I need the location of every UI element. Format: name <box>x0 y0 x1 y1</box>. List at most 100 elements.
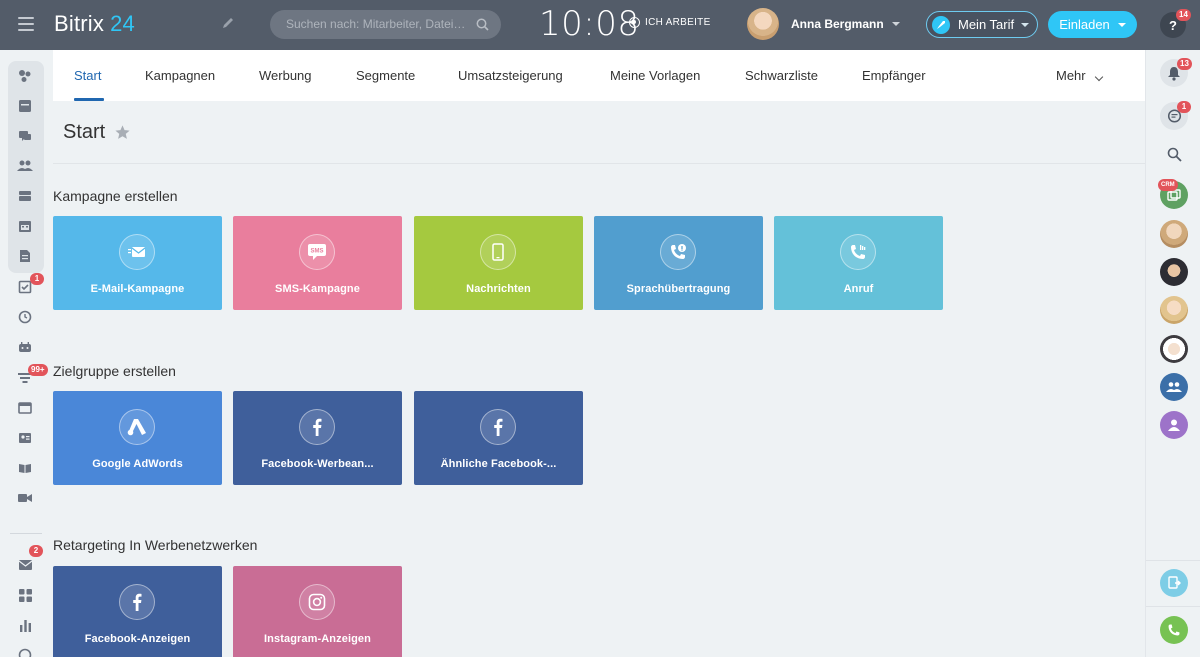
screen-icon <box>1168 576 1181 589</box>
tile-nachrichten[interactable]: Nachrichten <box>414 216 583 310</box>
sidebar-item-groups[interactable] <box>17 158 33 174</box>
mail-icon <box>18 560 32 570</box>
video-icon <box>18 494 32 502</box>
sidebar-item-analytics[interactable] <box>17 617 33 633</box>
tile-label: Sprachübertragung <box>626 283 731 295</box>
contact-avatar-2[interactable] <box>1160 258 1188 286</box>
robot-icon <box>19 342 31 352</box>
right-sidebar: 13 1 CRM <box>1145 50 1200 657</box>
logo-number: 24 <box>110 11 135 36</box>
sidebar-item-drive[interactable] <box>17 188 33 204</box>
contact-avatar-4[interactable] <box>1160 335 1188 363</box>
tile-sms-kampagne[interactable]: SMS SMS-Kampagne <box>233 216 402 310</box>
contact-avatar-3[interactable] <box>1160 296 1188 324</box>
chevron-down-icon <box>1021 22 1030 27</box>
sidebar-item-docs[interactable] <box>17 248 33 264</box>
messages-button[interactable]: 1 <box>1160 101 1191 130</box>
crm-button[interactable]: CRM <box>1158 179 1188 209</box>
notifications-button[interactable]: 13 <box>1160 58 1192 87</box>
record-icon <box>629 17 640 28</box>
search-button[interactable] <box>1160 140 1188 168</box>
tile-anruf[interactable]: Anruf <box>774 216 943 310</box>
invite-label: Einladen <box>1059 17 1110 32</box>
tarif-button[interactable]: Mein Tarif <box>926 11 1038 38</box>
help-icon: ? <box>1169 17 1177 33</box>
sidebar-item-calendar[interactable] <box>17 218 33 234</box>
tile-email-kampagne[interactable]: E-Mail-Kampagne <box>53 216 222 310</box>
facebook-icon <box>299 409 335 445</box>
tab-schwarzliste[interactable]: Schwarzliste <box>745 68 818 83</box>
tab-empfaenger[interactable]: Empfänger <box>862 68 926 83</box>
sidebar-item-chat[interactable] <box>17 128 33 144</box>
tab-meine-vorlagen[interactable]: Meine Vorlagen <box>610 68 700 83</box>
sidebar-item-feed[interactable] <box>17 68 33 84</box>
circle-icon <box>18 648 32 657</box>
clock-icon <box>18 310 32 324</box>
invite-button[interactable]: Einladen <box>1048 11 1137 38</box>
tile-sprachuebertragung[interactable]: Sprachübertragung <box>594 216 763 310</box>
facebook-icon <box>480 409 516 445</box>
work-status-label: ICH ARBEITE <box>645 17 711 28</box>
sidebar-item-contacts[interactable] <box>17 430 33 446</box>
tile-instagram-anzeigen[interactable]: Instagram-Anzeigen <box>233 566 402 657</box>
sidebar-item-robots[interactable] <box>17 339 33 355</box>
sidebar-item-settings[interactable] <box>17 647 33 657</box>
tile-label: SMS-Kampagne <box>275 283 360 295</box>
menu-icon[interactable] <box>18 17 34 31</box>
search-icon <box>476 18 489 31</box>
tab-start[interactable]: Start <box>74 68 101 83</box>
facebook-icon <box>119 584 155 620</box>
group-icon <box>1166 382 1182 392</box>
tile-label: Facebook-Anzeigen <box>84 633 191 645</box>
tile-google-adwords[interactable]: Google AdWords <box>53 391 222 485</box>
chat-icon <box>19 131 31 141</box>
chevron-down-icon <box>891 22 900 26</box>
edit-pencil-icon[interactable] <box>222 16 236 30</box>
contact-avatar-1[interactable] <box>1160 220 1188 248</box>
tile-label: Google AdWords <box>92 458 183 470</box>
book-icon <box>19 464 31 473</box>
title-divider <box>53 163 1145 164</box>
sidebar-item-time[interactable] <box>17 309 33 325</box>
tab-segmente[interactable]: Segmente <box>356 68 415 83</box>
user-menu[interactable]: Anna Bergmann <box>747 8 900 40</box>
tile-aehnliche-facebook[interactable]: Ähnliche Facebook-... <box>414 391 583 485</box>
tab-bar: Start Kampagnen Werbung Segmente Umsatzs… <box>53 50 1145 101</box>
sidebar-item-tasks-list[interactable] <box>17 98 33 114</box>
help-button[interactable]: ? 14 <box>1160 9 1191 38</box>
tab-werbung[interactable]: Werbung <box>259 68 312 83</box>
tile-facebook-anzeigen[interactable]: Facebook-Anzeigen <box>53 566 222 657</box>
sidebar-item-mail[interactable]: 2 <box>17 545 43 573</box>
tab-umsatzsteigerung[interactable]: Umsatzsteigerung <box>458 68 563 83</box>
notifications-badge: 13 <box>1177 58 1192 70</box>
tile-label: Anruf <box>843 283 874 295</box>
sidebar-item-tasks[interactable]: 1 <box>17 273 44 295</box>
work-status[interactable]: ICH ARBEITE <box>629 17 711 28</box>
tasks-badge: 1 <box>30 273 44 285</box>
screen-share-button[interactable] <box>1160 569 1188 597</box>
tile-label: Facebook-Werbean... <box>261 458 374 470</box>
sidebar-item-video[interactable] <box>17 490 33 506</box>
sidebar-item-apps[interactable] <box>17 587 33 603</box>
tile-facebook-werbeanzeigen[interactable]: Facebook-Werbean... <box>233 391 402 485</box>
users-icon <box>17 160 33 171</box>
sidebar-item-sites[interactable] <box>17 400 33 416</box>
star-icon[interactable] <box>114 124 131 141</box>
user-profile-button[interactable] <box>1160 411 1188 439</box>
section-title-zielgruppe: Zielgruppe erstellen <box>53 363 176 379</box>
sidebar-item-marketing[interactable]: 99+ <box>17 364 48 386</box>
group-chat-button[interactable] <box>1160 373 1188 401</box>
clock[interactable]: 10:08 <box>539 4 639 44</box>
calendar-icon <box>19 221 31 232</box>
sidebar-item-knowledge[interactable] <box>17 460 33 476</box>
search-input[interactable]: Suchen nach: Mitarbeiter, Datei… <box>270 10 501 39</box>
logo[interactable]: Bitrix 24 <box>54 11 135 37</box>
tab-kampagnen[interactable]: Kampagnen <box>145 68 215 83</box>
tile-label: Ähnliche Facebook-... <box>440 458 557 470</box>
instagram-icon <box>299 584 335 620</box>
logo-text: Bitrix <box>54 11 105 36</box>
tab-mehr[interactable]: Mehr <box>1056 68 1086 83</box>
phone-button[interactable] <box>1160 616 1188 644</box>
sidebar-separator <box>10 533 42 534</box>
bar-chart-icon <box>19 619 31 632</box>
